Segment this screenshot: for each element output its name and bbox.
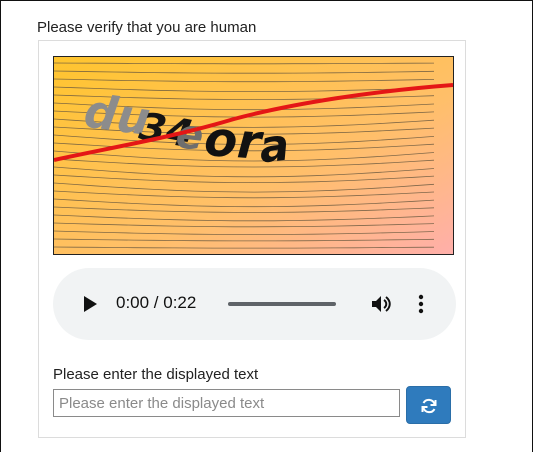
volume-icon	[372, 296, 391, 312]
verification-heading: Please verify that you are human	[37, 19, 257, 36]
svg-text:a: a	[257, 120, 292, 174]
more-vertical-icon	[418, 294, 424, 314]
audio-time: 0:00 / 0:22	[116, 293, 197, 312]
audio-player: 0:00 / 0:22	[53, 268, 456, 340]
refresh-icon	[421, 398, 437, 414]
captcha-image: du 34 e or a	[53, 56, 454, 255]
refresh-captcha-button[interactable]	[406, 386, 451, 424]
more-options-button[interactable]	[413, 292, 429, 316]
audio-seek-bar[interactable]	[228, 302, 336, 306]
svg-text:e: e	[174, 111, 206, 160]
captcha-input-label: Please enter the displayed text	[53, 366, 259, 383]
captcha-panel: du 34 e or a 0:00 / 0:22 Please enter th…	[38, 40, 466, 438]
play-icon	[84, 296, 97, 312]
captcha-input[interactable]	[53, 389, 400, 417]
play-button[interactable]	[80, 294, 100, 314]
volume-button[interactable]	[369, 292, 393, 316]
